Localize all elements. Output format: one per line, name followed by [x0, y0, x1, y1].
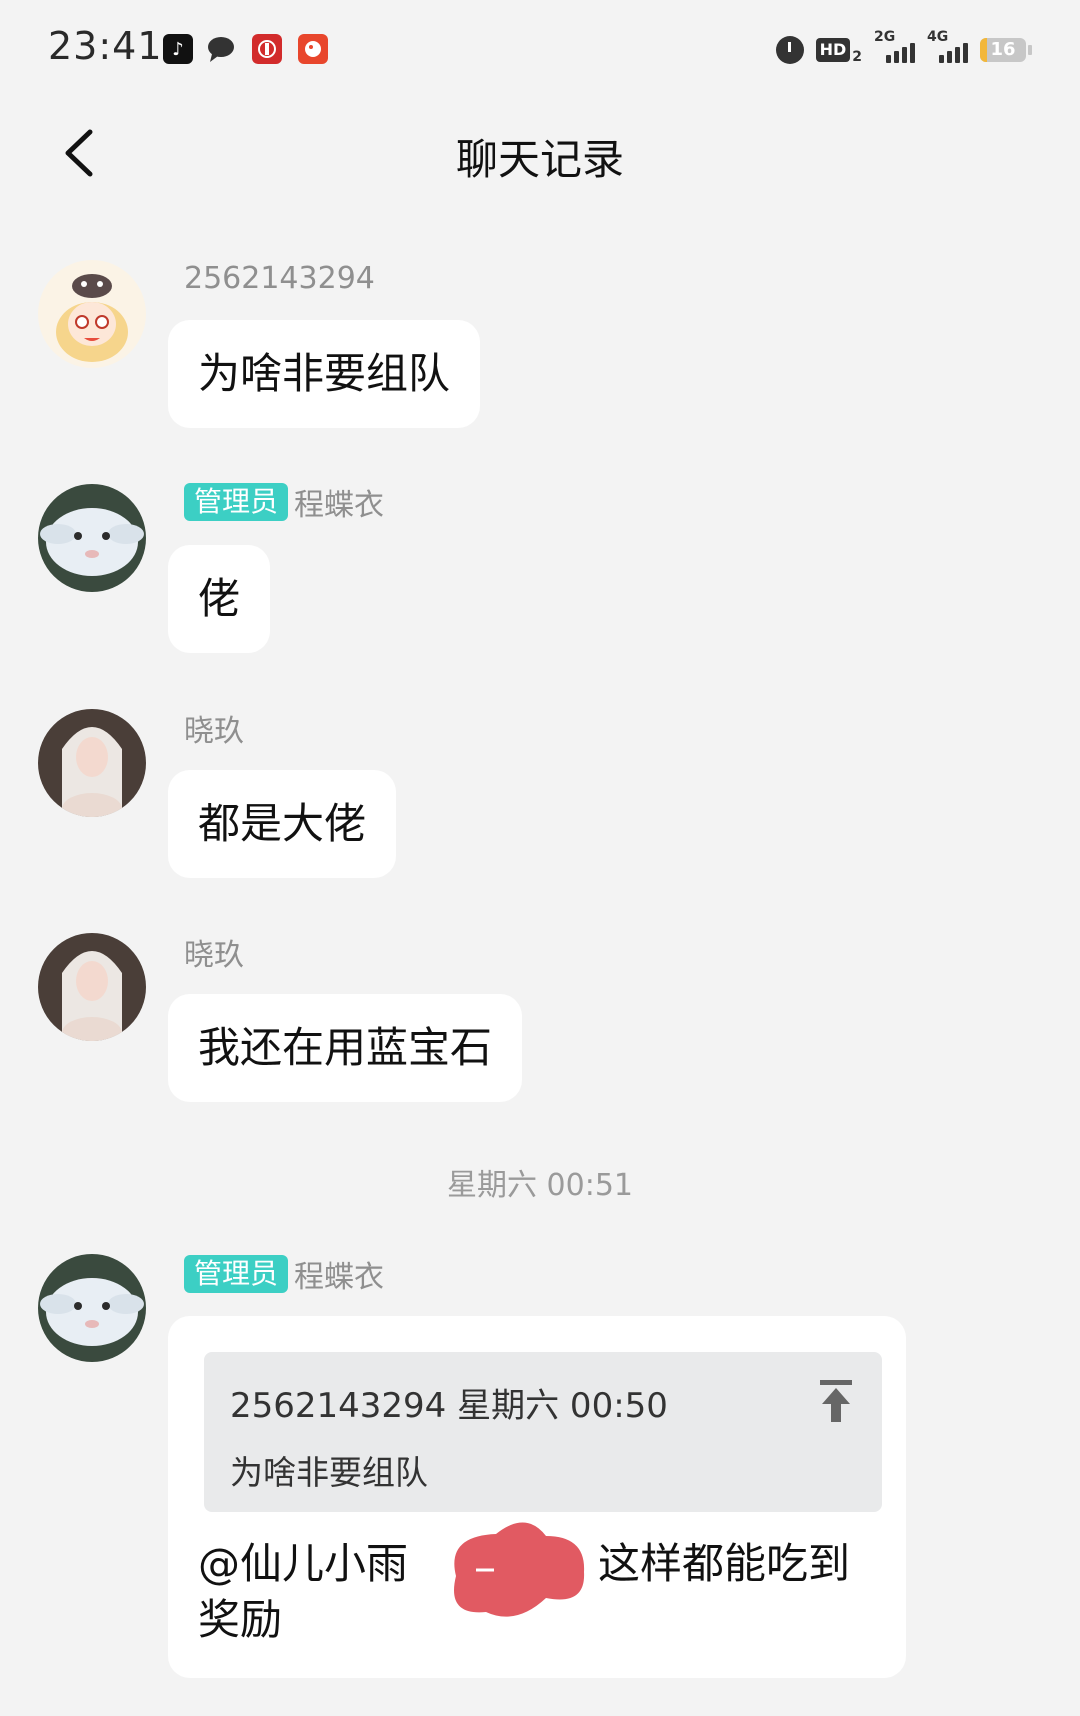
mention-link[interactable]: @仙儿小雨 — [198, 1539, 408, 1588]
redaction-scribble-icon — [454, 1522, 585, 1617]
sender-line: 2562143294 — [184, 258, 375, 298]
avatar[interactable] — [38, 260, 146, 368]
message-bubble[interactable]: 佬 — [168, 545, 271, 653]
battery-level: 16 — [990, 39, 1016, 60]
message-bubble[interactable]: 都是大佬 — [168, 770, 397, 878]
sender-name: 程蝶衣 — [294, 488, 385, 523]
lamb-avatar-icon — [38, 484, 146, 592]
sender-name: 程蝶衣 — [294, 1260, 385, 1295]
quote-header: 2562143294 星期六 00:50 — [230, 1386, 668, 1426]
network-type-2g: 2G — [874, 29, 896, 45]
sender-name: 2562143294 — [184, 260, 375, 296]
signal-4g: 4G — [927, 29, 968, 63]
battery-cap — [1028, 45, 1032, 55]
time-divider: 星期六 00:51 — [447, 1168, 633, 1203]
alarm-icon — [775, 36, 804, 64]
network-type-4g: 4G — [927, 29, 949, 45]
nav-bar: 聊天记录 — [0, 100, 1080, 210]
game-app-icon — [298, 34, 328, 64]
quoted-message-card[interactable]: 2562143294 星期六 00:50 为啥非要组队 — [204, 1352, 882, 1512]
status-time: 23:41 — [48, 24, 163, 68]
admin-badge: 管理员 — [184, 1255, 289, 1293]
sender-name: 晓玖 — [184, 938, 244, 973]
woman-avatar-icon — [38, 709, 146, 817]
bank-app-icon — [252, 34, 282, 64]
message-bubble[interactable]: 为啥非要组队 — [168, 320, 481, 428]
sender-line: 管理员 程蝶衣 — [184, 482, 385, 523]
message-bubble[interactable]: 我还在用蓝宝石 — [168, 994, 523, 1102]
reply-message-bubble[interactable]: 2562143294 星期六 00:50 为啥非要组队 @仙儿小雨 这样都能吃到奖… — [168, 1316, 906, 1678]
sender-line: 晓玖 — [184, 708, 244, 749]
hd-sim-index: 2 — [852, 49, 862, 65]
jump-to-original-icon[interactable] — [816, 1378, 856, 1424]
hd-voice-icon: HD — [815, 38, 851, 62]
message-icon — [206, 34, 236, 64]
admin-badge: 管理员 — [184, 483, 289, 521]
sender-line: 晓玖 — [184, 932, 244, 973]
anime-girl-avatar-icon — [38, 260, 146, 368]
page-title: 聊天记录 — [455, 135, 624, 184]
woman-avatar-icon — [38, 933, 146, 1041]
avatar[interactable] — [38, 484, 146, 592]
sender-name: 晓玖 — [184, 714, 244, 749]
signal-2g: 2G — [874, 29, 915, 63]
status-bar: 23:41 ♪ HD 2 2G 4G 16 — [0, 0, 1080, 100]
quote-text: 为啥非要组队 — [230, 1453, 428, 1492]
avatar[interactable] — [38, 709, 146, 817]
sender-line: 管理员 程蝶衣 — [184, 1254, 385, 1295]
avatar[interactable] — [38, 933, 146, 1041]
status-indicators: HD 2 2G 4G 16 — [775, 29, 1032, 68]
lamb-avatar-icon — [38, 1254, 146, 1362]
battery-icon: 16 — [980, 38, 1026, 62]
tiktok-icon: ♪ — [163, 34, 193, 64]
avatar[interactable] — [38, 1254, 146, 1362]
